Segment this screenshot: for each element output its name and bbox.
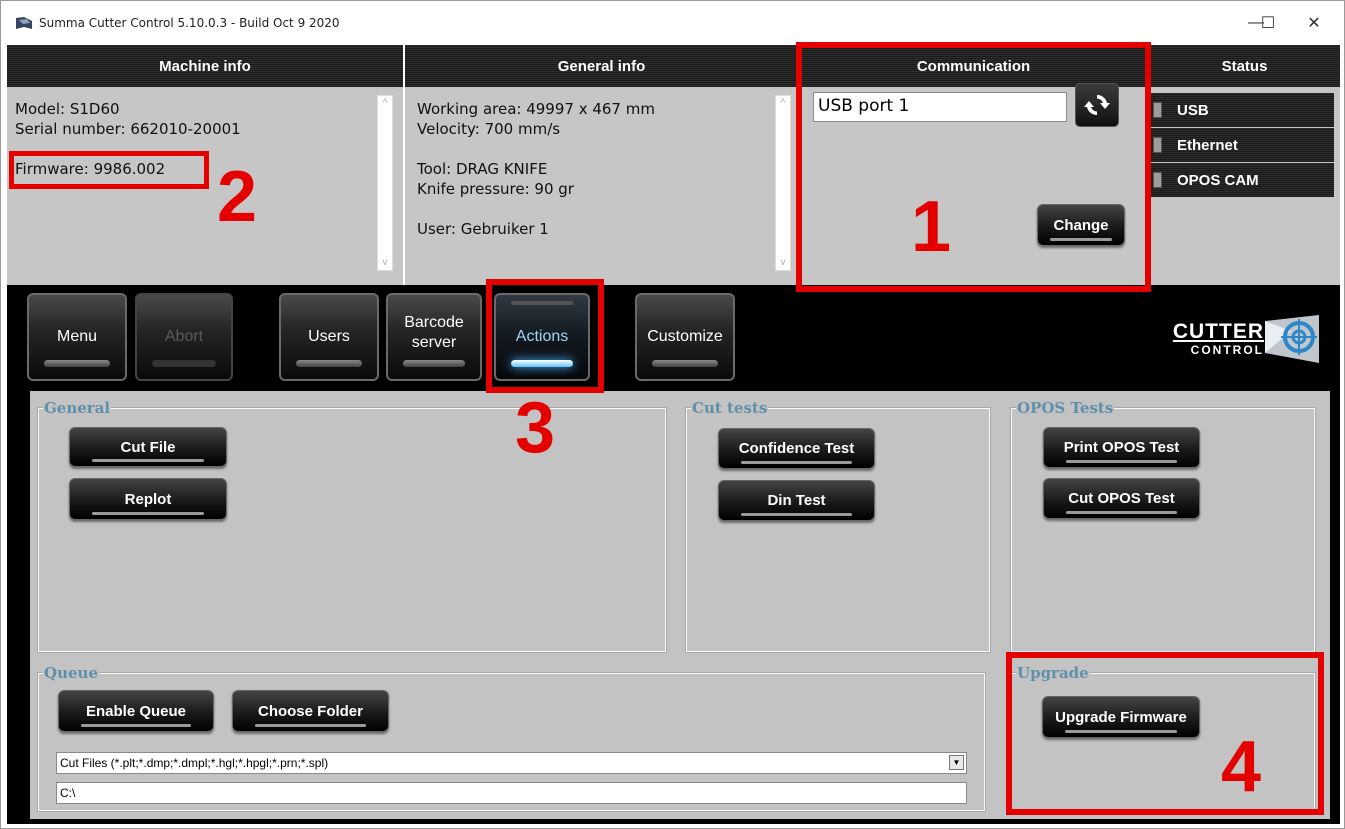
chevron-down-icon[interactable]: ▼ — [949, 755, 964, 770]
enable-queue-button[interactable]: Enable Queue — [58, 690, 214, 732]
status-header: Status — [1149, 45, 1340, 87]
title-bar: Summa Cutter Control 5.10.0.3 - Build Oc… — [1, 1, 1344, 45]
users-button[interactable]: Users — [279, 293, 379, 381]
confidence-test-button[interactable]: Confidence Test — [718, 428, 875, 469]
logo-line1: CUTTER — [1172, 320, 1264, 343]
abort-button[interactable]: Abort — [135, 293, 233, 381]
logo-line2: CONTROL — [1190, 343, 1264, 357]
barcode-label-line1: Barcode — [404, 314, 464, 331]
window-title: Summa Cutter Control 5.10.0.3 - Build Oc… — [39, 16, 340, 30]
customize-button-label: Customize — [647, 328, 723, 345]
app-window: Summa Cutter Control 5.10.0.3 - Build Oc… — [0, 0, 1345, 829]
machine-info-header: Machine info — [7, 45, 405, 87]
queue-group-label: Queue — [43, 664, 99, 682]
barcode-label-line2: server — [411, 334, 457, 351]
file-filter-value: Cut Files (*.plt;*.dmp;*.dmpl;*.hgl;*.hp… — [60, 756, 329, 770]
annotation-number-4: 4 — [1221, 727, 1262, 807]
close-button[interactable]: ✕ — [1291, 9, 1337, 37]
abort-button-label: Abort — [164, 328, 204, 345]
cut-opos-test-button[interactable]: Cut OPOS Test — [1043, 478, 1200, 519]
cut-tests-group-label: Cut tests — [691, 399, 769, 417]
user-text: User: Gebruiker 1 — [417, 220, 549, 238]
annotation-number-1: 1 — [911, 187, 952, 267]
opos-tests-group-label: OPOS Tests — [1016, 399, 1115, 417]
choose-folder-button[interactable]: Choose Folder — [232, 690, 389, 732]
annotation-number-2: 2 — [217, 157, 258, 237]
general-info-pane: Working area: 49997 x 467 mm Velocity: 7… — [405, 87, 800, 285]
tool-text: Tool: DRAG KNIFE — [417, 160, 548, 178]
file-filter-select[interactable]: Cut Files (*.plt;*.dmp;*.dmpl;*.hgl;*.hp… — [56, 752, 967, 774]
folder-path-field[interactable]: C:\ — [56, 782, 967, 804]
status-led-icon — [1153, 102, 1162, 118]
status-opos-cam: OPOS CAM — [1149, 163, 1334, 197]
model-text: Model: S1D60 — [15, 100, 120, 118]
app-icon — [16, 17, 32, 29]
main-toolbar: Menu Abort Users Barcode server Actions … — [7, 285, 1340, 391]
cutter-control-logo: CUTTER CONTROL — [1154, 321, 1264, 371]
annotation-box-1 — [796, 42, 1151, 292]
maximize-button[interactable]: ☐ — [1248, 9, 1288, 37]
status-label: USB — [1177, 101, 1209, 119]
menu-button-label: Menu — [56, 328, 98, 345]
barcode-server-button[interactable]: Barcode server — [386, 293, 482, 381]
status-ethernet: Ethernet — [1149, 128, 1334, 162]
replot-button[interactable]: Replot — [69, 478, 227, 520]
working-area-text: Working area: 49997 x 467 mm — [417, 100, 655, 118]
annotation-box-4 — [1006, 652, 1324, 815]
machine-info-scrollbar[interactable]: ^ v — [377, 95, 393, 271]
annotation-box-2 — [9, 151, 209, 189]
cut-file-button[interactable]: Cut File — [69, 427, 227, 467]
status-label: OPOS CAM — [1177, 171, 1259, 189]
general-info-scrollbar[interactable]: ^ v — [775, 95, 791, 271]
customize-button[interactable]: Customize — [635, 293, 735, 381]
annotation-box-3 — [486, 279, 604, 393]
general-info-header: General info — [405, 45, 800, 87]
status-led-icon — [1153, 172, 1162, 188]
annotation-number-3: 3 — [515, 388, 556, 468]
print-opos-test-button[interactable]: Print OPOS Test — [1043, 427, 1200, 468]
serial-number-text: Serial number: 662010-20001 — [15, 120, 241, 138]
status-usb: USB — [1149, 93, 1334, 127]
users-button-label: Users — [308, 328, 350, 345]
status-label: Ethernet — [1177, 136, 1238, 154]
knife-pressure-text: Knife pressure: 90 gr — [417, 180, 574, 198]
general-group-label: General — [43, 399, 112, 417]
target-logo-icon — [1265, 315, 1319, 363]
status-led-icon — [1153, 137, 1162, 153]
din-test-button[interactable]: Din Test — [718, 480, 875, 521]
velocity-text: Velocity: 700 mm/s — [417, 120, 561, 138]
menu-button[interactable]: Menu — [27, 293, 127, 381]
